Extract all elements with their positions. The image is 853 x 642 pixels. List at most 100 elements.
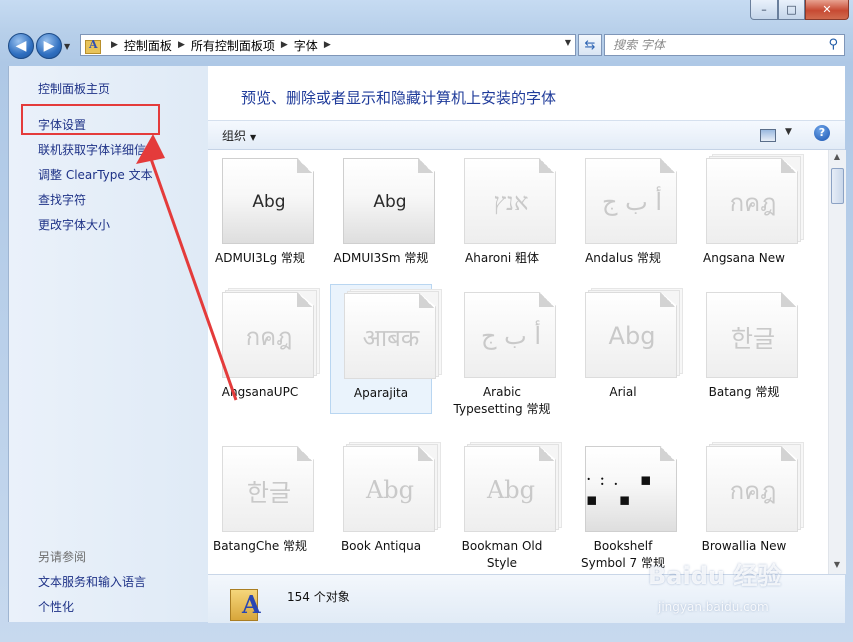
sidebar-item-get-font-info-online[interactable]: 联机获取字体详细信息 [38, 141, 158, 158]
search-box: ⚲ [604, 34, 845, 56]
refresh-button[interactable]: ⇆ [578, 34, 602, 56]
font-file-icon: 한글 [222, 446, 318, 534]
close-button[interactable]: ✕ [805, 0, 849, 20]
font-item-label: Angsana New [703, 251, 785, 265]
fonts-folder-large-icon: A [230, 585, 264, 621]
arrow-left-icon: ◀ [15, 38, 27, 54]
see-also-personalization[interactable]: 个性化 [38, 598, 74, 615]
font-file-icon: 한글 [706, 292, 802, 380]
minimize-button[interactable]: – [750, 0, 778, 20]
font-item[interactable]: 한글 Batang 常规 [693, 284, 798, 414]
font-grid: Abg ADMUI3Lg 常规 Abg ADMUI3Sm 常规 אנץ Aharoni 粗… [208, 150, 828, 574]
font-item-label: ADMUI3Sm 常规 [333, 251, 429, 265]
font-sample-preview: आबक [362, 323, 420, 352]
vertical-scrollbar[interactable]: ▲ ▼ [828, 150, 846, 574]
see-also-header: 另请参阅 [38, 550, 87, 564]
sidebar-item-adjust-cleartype[interactable]: 调整 ClearType 文本 [38, 166, 153, 183]
task-pane: 控制面板主页 字体设置 联机获取字体详细信息 调整 ClearType 文本 查… [8, 66, 209, 622]
sidebar-item-find-character[interactable]: 查找字符 [38, 191, 86, 208]
font-sample-preview: Abg [365, 476, 415, 504]
font-file-icon: Abg [585, 288, 683, 380]
watermark-logo: Baidu 经验 [648, 562, 782, 590]
font-file-icon: أ ب ج [585, 158, 681, 246]
sidebar-item-change-font-size[interactable]: 更改字体大小 [38, 216, 110, 233]
search-icon[interactable]: ⚲ [828, 37, 838, 52]
font-file-icon: आबक [344, 289, 442, 381]
help-icon[interactable]: ? [814, 125, 830, 141]
font-file-icon: ·:. ▪ ▪ ▪ [585, 446, 681, 534]
font-item-label: Bookman Old Style [461, 539, 543, 570]
breadcrumb-all-items[interactable]: 所有控制面板项 [191, 37, 275, 54]
sidebar-item-control-panel-home[interactable]: 控制面板主页 [38, 80, 110, 97]
font-item[interactable]: กคฎ Angsana New [693, 150, 804, 280]
font-item[interactable]: Abg ADMUI3Lg 常规 [209, 150, 314, 280]
font-sample-preview: Abg [373, 192, 407, 212]
breadcrumb-sep-1[interactable]: ▶ [172, 40, 191, 50]
font-file-icon: กคฎ [706, 442, 804, 534]
font-item[interactable]: 한글 BatangChe 常规 [209, 438, 314, 568]
font-sample-preview: Abg [252, 192, 286, 212]
font-item[interactable]: Abg ADMUI3Sm 常规 [330, 150, 435, 280]
font-item-label: Arial [609, 385, 637, 399]
see-also-text-services[interactable]: 文本服务和输入语言 [38, 573, 146, 590]
font-item[interactable]: אנץ Aharoni 粗体 [451, 150, 556, 280]
maximize-button[interactable]: □ [778, 0, 805, 20]
breadcrumb-control-panel[interactable]: 控制面板 [124, 37, 172, 54]
font-sample-preview: Abg [486, 476, 536, 504]
font-item-label: AngsanaUPC [221, 385, 299, 399]
address-history-dropdown[interactable]: ▼ [565, 38, 571, 47]
font-file-icon: Abg [464, 442, 562, 534]
fonts-folder-icon: A [85, 38, 101, 54]
back-button[interactable]: ◀ [8, 33, 34, 59]
font-item[interactable]: กคฎ AngsanaUPC [209, 284, 320, 414]
annotation-highlight-box [21, 104, 160, 135]
explorer-window: – □ ✕ ◀ ▶ ▼ A ▶ 控制面板 ▶ 所有控制面板项 ▶ 字体 ▶ ▼ … [0, 0, 853, 642]
font-sample-preview: אנץ [493, 187, 529, 216]
breadcrumb-sep-root[interactable]: ▶ [105, 40, 124, 50]
search-input[interactable] [611, 37, 825, 53]
font-sample-preview: Abg [608, 322, 656, 350]
font-item[interactable]: أ ب ج Arabic Typesetting 常规 [451, 284, 556, 416]
breadcrumb-sep-2[interactable]: ▶ [275, 40, 294, 50]
font-item-label: Aharoni 粗体 [465, 251, 539, 265]
font-item-label: Arabic Typesetting 常规 [453, 385, 551, 416]
font-item-label: Andalus 常规 [585, 251, 661, 265]
navigation-bar: ◀ ▶ ▼ A ▶ 控制面板 ▶ 所有控制面板项 ▶ 字体 ▶ ▼ ⇆ ⚲ [8, 32, 845, 60]
font-item-label: Browallia New [701, 539, 787, 553]
font-sample-preview: กคฎ [729, 188, 777, 217]
arrow-right-icon: ▶ [43, 38, 55, 54]
refresh-icon: ⇆ [584, 37, 596, 53]
breadcrumb-fonts[interactable]: 字体 [294, 37, 318, 54]
caption-buttons: – □ ✕ [750, 0, 849, 20]
object-count: 154 个对象 [287, 590, 350, 604]
font-item-label: ADMUI3Lg 常规 [215, 251, 305, 265]
font-file-icon: กคฎ [706, 154, 804, 246]
address-bar[interactable]: A ▶ 控制面板 ▶ 所有控制面板项 ▶ 字体 ▶ ▼ [80, 34, 576, 56]
baidu-watermark: Baidu 经验 jingyan.baidu.com [640, 556, 840, 636]
breadcrumb-sep-3[interactable]: ▶ [318, 40, 337, 50]
change-view-icon[interactable] [760, 129, 776, 142]
scroll-up-arrow[interactable]: ▲ [831, 152, 843, 164]
recent-pages-dropdown[interactable]: ▼ [64, 42, 74, 51]
view-options-dropdown[interactable]: ▼ [785, 127, 792, 137]
font-item[interactable]: आबक Aparajita [330, 284, 442, 414]
font-item-label: Batang 常规 [708, 385, 780, 399]
content-pane: 预览、删除或者显示和隐藏计算机上安装的字体 组织 ▼ ▼ ? Abg ADMUI3L… [208, 66, 846, 623]
font-item-label: BatangChe 常规 [212, 539, 308, 553]
font-item-label: Aparajita [353, 386, 409, 400]
organize-menu-button[interactable]: 组织 ▼ [222, 127, 256, 144]
font-item[interactable]: กคฎ Browallia New [693, 438, 804, 568]
font-item[interactable]: Abg Book Antiqua [330, 438, 441, 568]
font-item[interactable]: أ ب ج Andalus 常规 [572, 150, 677, 280]
font-item[interactable]: Abg Arial [572, 284, 683, 414]
forward-button[interactable]: ▶ [36, 33, 62, 59]
font-file-icon: กคฎ [222, 288, 320, 380]
font-item[interactable]: Abg Bookman Old Style [451, 438, 562, 570]
font-item[interactable]: ·:. ▪ ▪ ▪ Bookshelf Symbol 7 常规 [572, 438, 677, 570]
font-sample-preview: กคฎ [729, 476, 777, 505]
font-file-icon: أ ب ج [464, 292, 560, 380]
scroll-thumb[interactable] [831, 168, 844, 204]
font-file-icon: אנץ [464, 158, 560, 246]
page-title: 预览、删除或者显示和隐藏计算机上安装的字体 [241, 89, 557, 107]
font-file-icon: Abg [222, 158, 318, 246]
